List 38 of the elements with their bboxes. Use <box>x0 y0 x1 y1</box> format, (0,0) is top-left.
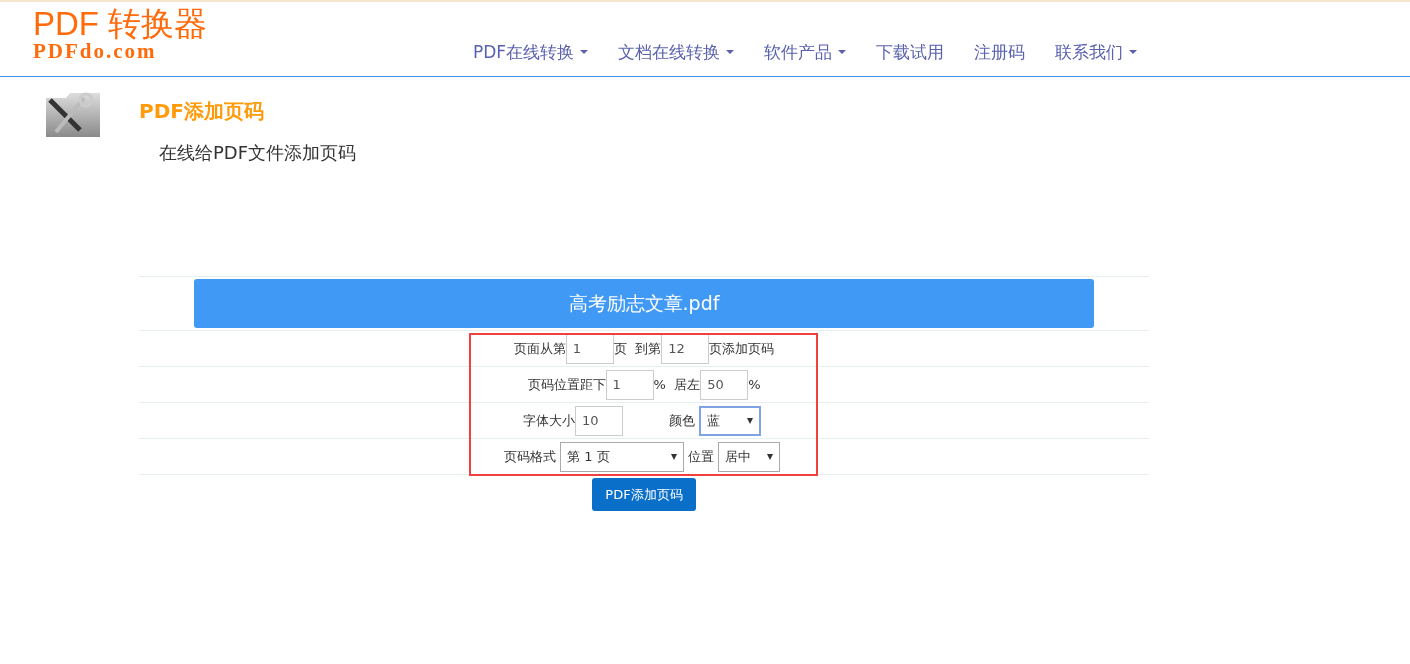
field-label: 颜色 <box>669 411 695 430</box>
tool-title: PDF添加页码 <box>139 98 265 125</box>
number-input[interactable]: 12 <box>661 333 710 364</box>
tools-folder-icon <box>44 92 102 138</box>
field-label: 位置 <box>688 447 714 466</box>
field-label: 页码位置距下 <box>527 375 606 394</box>
field-label: % 居左 <box>653 375 701 394</box>
file-name-bar: 高考励志文章.pdf <box>194 279 1094 328</box>
tool-description: 在线给PDF文件添加页码 <box>159 141 357 165</box>
caret-icon <box>747 417 753 424</box>
nav-link[interactable]: 联系我们 <box>1040 40 1153 64</box>
number-input[interactable]: 50 <box>700 369 749 400</box>
field-label: 页码格式 <box>504 447 556 466</box>
caret-icon <box>726 50 735 54</box>
number-input[interactable]: 1 <box>565 333 614 364</box>
field-label: % <box>748 377 761 392</box>
logo-title: PDF 转换器 <box>33 6 209 42</box>
caret-icon <box>838 50 847 54</box>
nav-link[interactable]: PDF在线转换 <box>458 40 604 64</box>
nav-link[interactable]: 软件产品 <box>749 40 862 64</box>
caret-icon <box>580 50 589 54</box>
dropdown-select[interactable]: 第 1 页 <box>560 441 684 472</box>
logo-domain: PDFdo.com <box>33 42 157 60</box>
nav-link[interactable]: 注册码 <box>959 40 1041 64</box>
number-input[interactable]: 1 <box>605 369 654 400</box>
nav-link[interactable]: 文档在线转换 <box>603 40 750 64</box>
field-label: 页面从第 <box>513 339 566 358</box>
caret-icon <box>1129 50 1138 54</box>
nav-link[interactable]: 下载试用 <box>861 40 960 64</box>
caret-icon <box>767 453 773 460</box>
field-label: 页 到第 <box>613 339 662 358</box>
caret-icon <box>671 453 677 460</box>
add-page-numbers-button[interactable]: PDF添加页码 <box>592 478 696 511</box>
dropdown-select[interactable]: 蓝 <box>699 405 761 436</box>
number-input[interactable]: 10 <box>575 405 623 436</box>
dropdown-select[interactable]: 居中 <box>718 441 780 472</box>
field-label: 字体大小 <box>523 411 575 430</box>
field-label: 页添加页码 <box>709 339 775 358</box>
